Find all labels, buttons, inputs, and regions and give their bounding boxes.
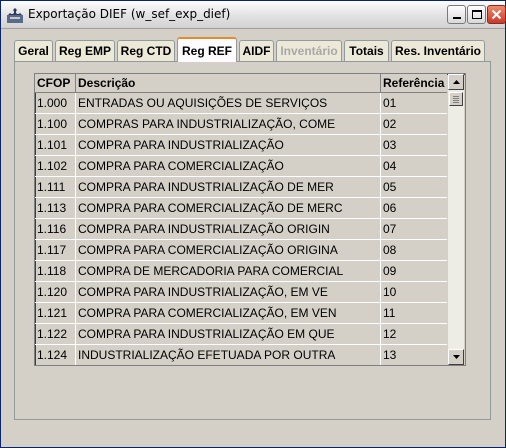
cell-descricao[interactable]: INDUSTRIALIZAÇÃO EFETUADA POR OUTRA (76, 345, 381, 365)
thumb-grip-line (453, 98, 459, 99)
tab-reg-emp[interactable]: Reg EMP (55, 40, 115, 61)
cell-cfop[interactable]: 1.113 (35, 198, 76, 218)
tab-totais[interactable]: Totais (344, 40, 389, 61)
cell-descricao[interactable]: COMPRA DE MERCADORIA PARA COMERCIAL (76, 261, 381, 281)
tab-aidf[interactable]: AIDF (239, 40, 274, 61)
main-window: Exportação DIEF (w_sef_exp_dief) Geral R… (0, 0, 506, 448)
minimize-button[interactable] (447, 5, 466, 24)
table-row[interactable]: 1.000 ENTRADAS OU AQUISIÇÕES DE SERVIÇOS 0… (35, 93, 447, 114)
cell-cfop[interactable]: 1.111 (35, 177, 76, 197)
cell-descricao[interactable]: ENTRADAS OU AQUISIÇÕES DE SERVIÇOS (76, 93, 381, 113)
tab-geral[interactable]: Geral (14, 40, 53, 61)
cell-referencia[interactable]: 08 (381, 240, 447, 260)
title-bar[interactable]: Exportação DIEF (w_sef_exp_dief) (1, 1, 506, 29)
scroll-up-button[interactable] (448, 74, 464, 90)
cell-descricao[interactable]: COMPRAS PARA INDUSTRIALIZAÇÃO, COME (76, 114, 381, 134)
client-area: Geral Reg EMP Reg CTD Reg REF AIDF Inven… (5, 31, 501, 445)
scroll-thumb[interactable] (449, 92, 463, 106)
cell-referencia[interactable]: 04 (381, 156, 447, 176)
cell-descricao[interactable]: COMPRA PARA COMERCIALIZAÇÃO, EM VEN (76, 303, 381, 323)
scroll-down-arrow-icon (452, 355, 460, 359)
cell-descricao[interactable]: COMPRA PARA INDUSTRIALIZAÇÃO ORIGIN (76, 219, 381, 239)
cell-descricao[interactable]: COMPRA PARA INDUSTRIALIZAÇÃO, EM VE (76, 282, 381, 302)
cell-referencia[interactable]: 03 (381, 135, 447, 155)
grid-rows: 1.000 ENTRADAS OU AQUISIÇÕES DE SERVIÇOS 0… (35, 93, 447, 365)
grid-header: CFOP Descrição Referência (35, 74, 447, 93)
cell-cfop[interactable]: 1.121 (35, 303, 76, 323)
column-header-referencia[interactable]: Referência (381, 74, 447, 93)
thumb-grip-line (453, 102, 459, 103)
cell-descricao[interactable]: COMPRA PARA INDUSTRIALIZAÇÃO EM QUE (76, 324, 381, 344)
cell-referencia[interactable]: 01 (381, 93, 447, 113)
column-header-descricao[interactable]: Descrição (76, 74, 381, 93)
cell-cfop[interactable]: 1.118 (35, 261, 76, 281)
cell-referencia[interactable]: 02 (381, 114, 447, 134)
app-icon[interactable] (6, 6, 24, 24)
cell-descricao[interactable]: COMPRA PARA INDUSTRIALIZAÇÃO (76, 135, 381, 155)
cell-referencia[interactable]: 09 (381, 261, 447, 281)
table-row[interactable]: 1.118 COMPRA DE MERCADORIA PARA COMERCIAL… (35, 261, 447, 282)
table-row[interactable]: 1.121 COMPRA PARA COMERCIALIZAÇÃO, EM VEN… (35, 303, 447, 324)
table-row[interactable]: 1.117 COMPRA PARA COMERCIALIZAÇÃO ORIGINA… (35, 240, 447, 261)
table-row[interactable]: 1.101 COMPRA PARA INDUSTRIALIZAÇÃO 03 (35, 135, 447, 156)
maximize-icon (471, 10, 482, 19)
maximize-button[interactable] (467, 5, 486, 24)
window-body: Exportação DIEF (w_sef_exp_dief) Geral R… (1, 1, 506, 447)
column-header-cfop[interactable]: CFOP (35, 74, 76, 93)
cell-descricao[interactable]: COMPRA PARA COMERCIALIZAÇÃO (76, 156, 381, 176)
cell-referencia[interactable]: 12 (381, 324, 447, 344)
cell-cfop[interactable]: 1.117 (35, 240, 76, 260)
window-title: Exportação DIEF (w_sef_exp_dief) (28, 7, 231, 21)
cfop-grid[interactable]: CFOP Descrição Referência 1.000 ENTRADAS … (34, 73, 466, 366)
close-icon (491, 9, 502, 20)
cell-cfop[interactable]: 1.124 (35, 345, 76, 365)
cell-cfop[interactable]: 1.000 (35, 93, 76, 113)
cell-descricao[interactable]: COMPRA PARA COMERCIALIZAÇÃO ORIGINA (76, 240, 381, 260)
table-row[interactable]: 1.124 INDUSTRIALIZAÇÃO EFETUADA POR OUTRA… (35, 345, 447, 365)
cell-referencia[interactable]: 05 (381, 177, 447, 197)
scroll-down-button[interactable] (448, 349, 464, 365)
table-row[interactable]: 1.102 COMPRA PARA COMERCIALIZAÇÃO 04 (35, 156, 447, 177)
tab-reg-ref[interactable]: Reg REF (177, 37, 237, 62)
cell-descricao[interactable]: COMPRA PARA INDUSTRIALIZAÇÃO DE MER (76, 177, 381, 197)
table-row[interactable]: 1.111 COMPRA PARA INDUSTRIALIZAÇÃO DE MER… (35, 177, 447, 198)
thumb-grip-line (453, 100, 459, 101)
cell-cfop[interactable]: 1.122 (35, 324, 76, 344)
close-button[interactable] (487, 5, 506, 24)
table-row[interactable]: 1.113 COMPRA PARA COMERCIALIZAÇÃO DE MERC… (35, 198, 447, 219)
table-row[interactable]: 1.122 COMPRA PARA INDUSTRIALIZAÇÃO EM QUE… (35, 324, 447, 345)
table-row[interactable]: 1.116 COMPRA PARA INDUSTRIALIZAÇÃO ORIGIN… (35, 219, 447, 240)
table-row[interactable]: 1.120 COMPRA PARA INDUSTRIALIZAÇÃO, EM VE… (35, 282, 447, 303)
tab-reg-ctd[interactable]: Reg CTD (117, 40, 175, 61)
cell-referencia[interactable]: 11 (381, 303, 447, 323)
cell-cfop[interactable]: 1.102 (35, 156, 76, 176)
vertical-scrollbar[interactable] (448, 74, 464, 365)
thumb-grip-line (453, 96, 459, 97)
cell-cfop[interactable]: 1.116 (35, 219, 76, 239)
cell-descricao[interactable]: COMPRA PARA COMERCIALIZAÇÃO DE MERC (76, 198, 381, 218)
cell-cfop[interactable]: 1.101 (35, 135, 76, 155)
cell-cfop[interactable]: 1.100 (35, 114, 76, 134)
scroll-up-arrow-icon (452, 80, 460, 84)
minimize-icon (452, 17, 461, 19)
cell-referencia[interactable]: 13 (381, 345, 447, 365)
tab-inventario: Inventário (276, 40, 342, 61)
cell-referencia[interactable]: 06 (381, 198, 447, 218)
tab-res-inventario[interactable]: Res. Inventário (391, 40, 485, 61)
table-row[interactable]: 1.100 COMPRAS PARA INDUSTRIALIZAÇÃO, COME… (35, 114, 447, 135)
cell-cfop[interactable]: 1.120 (35, 282, 76, 302)
cell-referencia[interactable]: 10 (381, 282, 447, 302)
cell-referencia[interactable]: 07 (381, 219, 447, 239)
